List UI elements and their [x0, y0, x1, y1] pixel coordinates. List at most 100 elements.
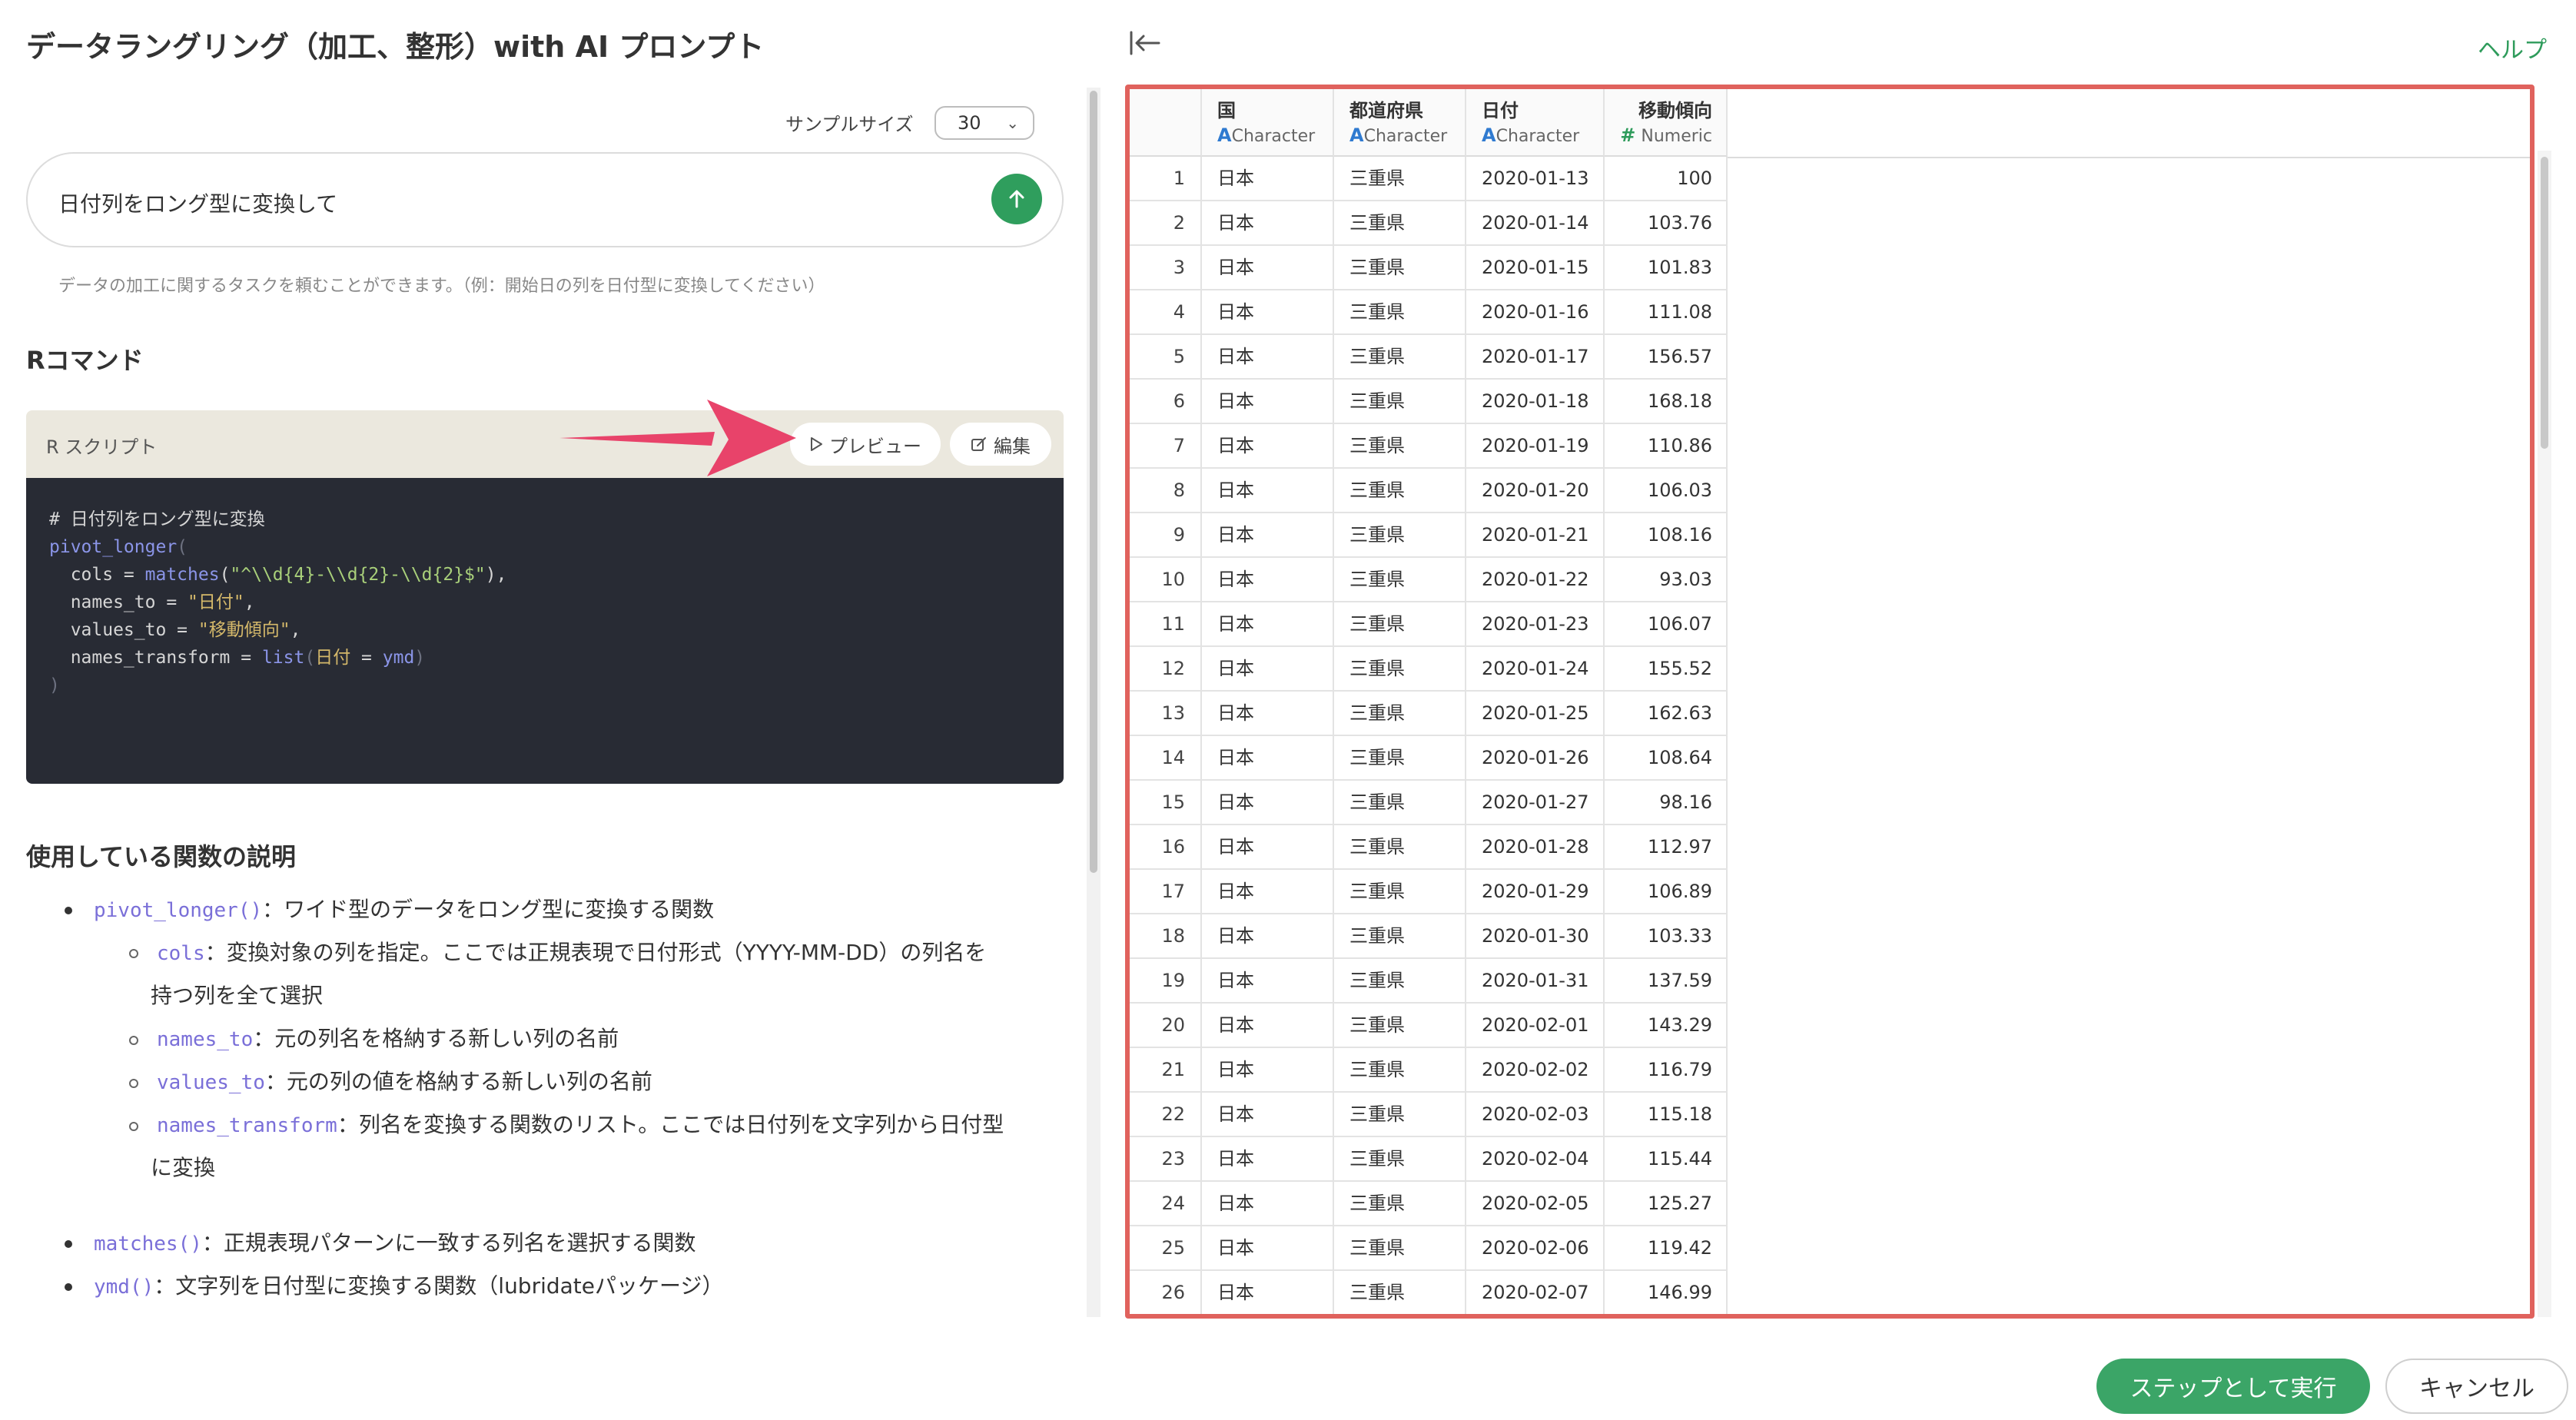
row-index-cell: 10: [1130, 558, 1202, 602]
table-row[interactable]: 12 日本 三重県 2020-01-24 155.52: [1130, 647, 1728, 692]
table-row[interactable]: 22 日本 三重県 2020-02-03 115.18: [1130, 1093, 1728, 1137]
table-row[interactable]: 5 日本 三重県 2020-01-17 156.57: [1130, 335, 1728, 380]
table-row[interactable]: 11 日本 三重県 2020-01-23 106.07: [1130, 602, 1728, 647]
prefecture-cell: 三重県: [1334, 424, 1466, 469]
date-cell: 2020-02-02: [1466, 1048, 1605, 1093]
country-cell: 日本: [1202, 1004, 1334, 1048]
table-row[interactable]: 2 日本 三重県 2020-01-14 103.76: [1130, 201, 1728, 246]
table-row[interactable]: 15 日本 三重県 2020-01-27 98.16: [1130, 781, 1728, 825]
header-empty: [1728, 89, 2530, 158]
bullet: [129, 1036, 138, 1045]
bullet: [129, 949, 138, 958]
preview-button-label: プレビュー: [829, 435, 921, 457]
country-cell: 日本: [1202, 1093, 1334, 1137]
row-index-cell: 19: [1130, 959, 1202, 1004]
row-index-cell: 5: [1130, 335, 1202, 380]
sample-size-select[interactable]: 30 ⌄: [934, 106, 1034, 140]
country-cell: 日本: [1202, 602, 1334, 647]
row-index-cell: 8: [1130, 469, 1202, 513]
send-button[interactable]: [991, 174, 1042, 224]
table-row[interactable]: 10 日本 三重県 2020-01-22 93.03: [1130, 558, 1728, 602]
table-row[interactable]: 25 日本 三重県 2020-02-06 119.42: [1130, 1226, 1728, 1271]
table-row[interactable]: 14 日本 三重県 2020-01-26 108.64: [1130, 736, 1728, 781]
table-row[interactable]: 13 日本 三重県 2020-01-25 162.63: [1130, 692, 1728, 736]
doc-pivot-longer: pivot_longer()：ワイド型のデータをロング型に変換する関数: [94, 897, 715, 922]
table-row[interactable]: 16 日本 三重県 2020-01-28 112.97: [1130, 825, 1728, 870]
character-type-icon: A: [1482, 124, 1496, 146]
prefecture-cell: 三重県: [1334, 1004, 1466, 1048]
table-row[interactable]: 24 日本 三重県 2020-02-05 125.27: [1130, 1182, 1728, 1226]
column-header[interactable]: 都道府県 ACharacter: [1334, 89, 1466, 157]
table-row[interactable]: 6 日本 三重県 2020-01-18 168.18: [1130, 380, 1728, 424]
code-line: names_transform = list(日付 = ymd): [49, 648, 426, 668]
column-header[interactable]: 日付 ACharacter: [1466, 89, 1605, 157]
script-label: R スクリプト: [46, 436, 158, 458]
date-cell: 2020-02-01: [1466, 1004, 1605, 1048]
cancel-button[interactable]: キャンセル: [2385, 1359, 2568, 1414]
mobility-cell: 101.83: [1605, 246, 1728, 290]
doc-values-to: values_to：元の列の値を格納する新しい列の名前: [157, 1069, 652, 1094]
table-row[interactable]: 3 日本 三重県 2020-01-15 101.83: [1130, 246, 1728, 290]
prefecture-cell: 三重県: [1334, 870, 1466, 914]
mobility-cell: 111.08: [1605, 290, 1728, 335]
right-scrollbar-thumb[interactable]: [2541, 157, 2548, 449]
table-row[interactable]: 7 日本 三重県 2020-01-19 110.86: [1130, 424, 1728, 469]
row-index-cell: 9: [1130, 513, 1202, 558]
help-link[interactable]: ヘルプ: [2478, 31, 2547, 65]
mobility-cell: 108.16: [1605, 513, 1728, 558]
left-scrollbar-thumb[interactable]: [1090, 91, 1097, 873]
country-cell: 日本: [1202, 1137, 1334, 1182]
table-row[interactable]: 19 日本 三重県 2020-01-31 137.59: [1130, 959, 1728, 1004]
table-row[interactable]: 18 日本 三重県 2020-01-30 103.33: [1130, 914, 1728, 959]
country-cell: 日本: [1202, 558, 1334, 602]
mobility-cell: 119.42: [1605, 1226, 1728, 1271]
date-cell: 2020-01-25: [1466, 692, 1605, 736]
run-as-step-button[interactable]: ステップとして実行: [2096, 1359, 2370, 1414]
prefecture-cell: 三重県: [1334, 1048, 1466, 1093]
bullet: [65, 1240, 72, 1248]
doc-cols-cont: 持つ列を全て選択: [151, 983, 324, 1008]
table-row[interactable]: 23 日本 三重県 2020-02-04 115.44: [1130, 1137, 1728, 1182]
mobility-cell: 168.18: [1605, 380, 1728, 424]
table-row[interactable]: 9 日本 三重県 2020-01-21 108.16: [1130, 513, 1728, 558]
mobility-cell: 112.97: [1605, 825, 1728, 870]
country-cell: 日本: [1202, 692, 1334, 736]
preview-button[interactable]: プレビュー: [790, 423, 941, 466]
table-row[interactable]: 17 日本 三重県 2020-01-29 106.89: [1130, 870, 1728, 914]
table-row[interactable]: 4 日本 三重県 2020-01-16 111.08: [1130, 290, 1728, 335]
date-cell: 2020-01-29: [1466, 870, 1605, 914]
prefecture-cell: 三重県: [1334, 335, 1466, 380]
country-cell: 日本: [1202, 1182, 1334, 1226]
prompt-input-value[interactable]: 日付列をロング型に変換して: [58, 187, 337, 218]
code-line: ): [49, 675, 60, 695]
row-index-cell: 6: [1130, 380, 1202, 424]
row-index-cell: 23: [1130, 1137, 1202, 1182]
code-line: cols = matches("^\\d{4}-\\d{2}-\\d{2}$")…: [49, 565, 507, 585]
column-header[interactable]: 移動傾向 # Numeric: [1605, 89, 1728, 157]
table-row[interactable]: 21 日本 三重県 2020-02-02 116.79: [1130, 1048, 1728, 1093]
mobility-cell: 103.33: [1605, 914, 1728, 959]
mobility-cell: 106.03: [1605, 469, 1728, 513]
edit-icon: [971, 437, 986, 451]
data-table: 国 ACharacter 都道府県 ACharacter 日付 ACharact…: [1125, 85, 2535, 1319]
character-type-icon: A: [1217, 124, 1232, 146]
functions-heading: 使用している関数の説明: [26, 842, 297, 871]
country-cell: 日本: [1202, 1226, 1334, 1271]
table-row[interactable]: 8 日本 三重県 2020-01-20 106.03: [1130, 469, 1728, 513]
prefecture-cell: 三重県: [1334, 1093, 1466, 1137]
doc-names-to: names_to：元の列名を格納する新しい列の名前: [157, 1026, 619, 1051]
prefecture-cell: 三重県: [1334, 914, 1466, 959]
edit-button[interactable]: 編集: [950, 423, 1051, 466]
date-cell: 2020-01-19: [1466, 424, 1605, 469]
column-header[interactable]: 国 ACharacter: [1202, 89, 1334, 157]
table-row[interactable]: 26 日本 三重県 2020-02-07 146.99: [1130, 1271, 1728, 1314]
table-row[interactable]: 1 日本 三重県 2020-01-13 100: [1130, 157, 1728, 201]
country-cell: 日本: [1202, 1271, 1334, 1314]
table-row[interactable]: 20 日本 三重県 2020-02-01 143.29: [1130, 1004, 1728, 1048]
prefecture-cell: 三重県: [1334, 1182, 1466, 1226]
date-cell: 2020-02-06: [1466, 1226, 1605, 1271]
collapse-panel-icon[interactable]: [1128, 29, 1162, 57]
date-cell: 2020-01-31: [1466, 959, 1605, 1004]
bullet: [65, 907, 72, 914]
code-line: pivot_longer(: [49, 537, 188, 557]
